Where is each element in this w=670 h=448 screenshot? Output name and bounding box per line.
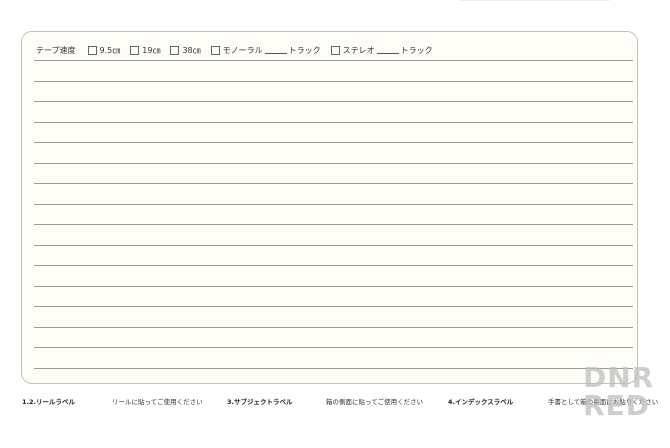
label-legend: 1.2.リールラベル リールに貼ってご使用ください 3.サブジェクトラベル 箱の… — [22, 396, 658, 408]
tape-label-card: テープ速度 9.5㎝ 19㎝ 38㎝ モノーラル トラック ステレオ トラック — [21, 31, 638, 384]
ruled-line — [34, 326, 633, 328]
index-label-title: 4.インデックスラベル — [448, 398, 514, 406]
ruled-line — [34, 60, 633, 61]
ruled-line — [34, 162, 633, 164]
ruled-line — [34, 367, 633, 369]
ruled-line — [34, 285, 633, 287]
ruled-line — [34, 265, 633, 266]
ruled-line — [34, 306, 633, 307]
top-dotted-edge — [460, 0, 610, 5]
writing-lines — [34, 32, 633, 383]
reel-label-note: リールに貼ってご使用ください — [112, 398, 203, 406]
ruled-line — [34, 203, 633, 205]
watermark-line-2: RED — [583, 389, 650, 422]
ruled-line — [34, 142, 633, 143]
dnr-red-watermark: DNR RED — [583, 364, 661, 426]
watermark-line-1: DNR — [583, 361, 655, 394]
ruled-line — [34, 121, 633, 123]
ruled-line — [34, 101, 633, 102]
subject-label-title: 3.サブジェクトラベル — [227, 398, 293, 406]
ruled-line — [34, 224, 633, 225]
subject-label-note: 箱の側面に貼ってご使用ください — [326, 398, 424, 406]
ruled-line — [34, 183, 633, 184]
ruled-line — [34, 347, 633, 348]
reel-label-title: 1.2.リールラベル — [22, 398, 75, 406]
ruled-line — [34, 244, 633, 246]
ruled-line — [34, 80, 633, 82]
